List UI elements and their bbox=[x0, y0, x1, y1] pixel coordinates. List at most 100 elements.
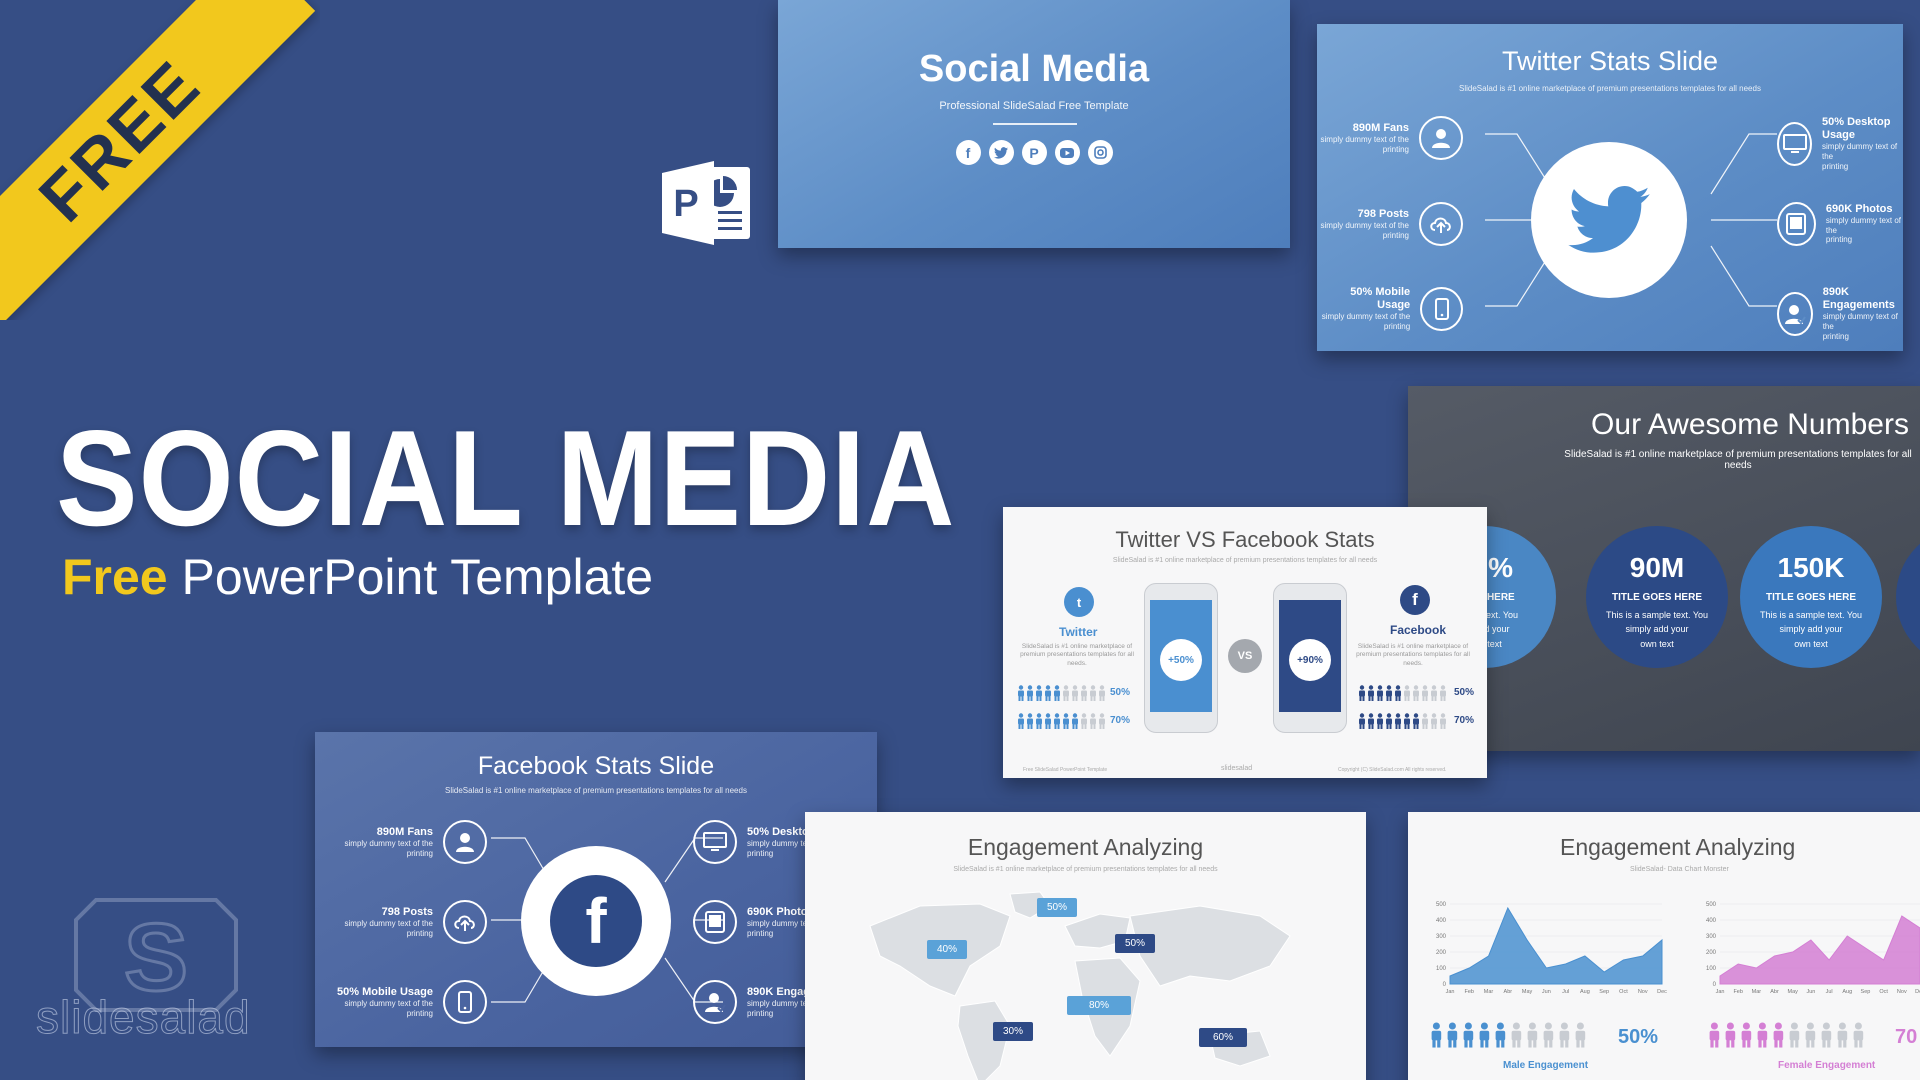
hero-subtitle: Free PowerPoint Template bbox=[62, 548, 653, 606]
stat-title: 690K Photos bbox=[1825, 203, 1893, 216]
y-tick-label: 0 bbox=[1713, 982, 1717, 988]
person-icon bbox=[1510, 1022, 1523, 1056]
stat-desc: simply dummy text of the bbox=[1822, 142, 1898, 161]
person-icon bbox=[1394, 713, 1402, 734]
stat-desc: printing bbox=[747, 928, 774, 938]
person-icon bbox=[1053, 685, 1061, 706]
number-value: 150K bbox=[1777, 552, 1845, 583]
x-tick-label: Jan bbox=[1716, 989, 1725, 995]
area-series bbox=[1449, 906, 1663, 985]
facebook-icon: f bbox=[550, 875, 642, 967]
stat-desc: printing bbox=[406, 1008, 433, 1018]
y-tick-label: 100 bbox=[1436, 966, 1447, 972]
x-tick-label: Oct bbox=[1619, 989, 1628, 995]
people-row bbox=[1358, 713, 1447, 734]
person-icon bbox=[1358, 713, 1366, 734]
footer-left: Free SlideSalad PowerPoint Template bbox=[1023, 767, 1108, 773]
tablet-icon bbox=[1777, 202, 1816, 246]
map-bubble: 50% bbox=[1115, 934, 1156, 953]
person-icon bbox=[1430, 685, 1438, 706]
stat-fans: 890M Fans simply dummy text of the printin… bbox=[1321, 116, 1463, 160]
people-row bbox=[1430, 1022, 1587, 1056]
twitter-phone: +50% bbox=[1144, 583, 1218, 733]
person-icon bbox=[1080, 685, 1088, 706]
twitter-icon bbox=[1568, 186, 1650, 253]
person-icon bbox=[1478, 1022, 1491, 1056]
slide-facebook-stats[interactable]: Facebook Stats Slide SlideSalad is #1 on… bbox=[315, 732, 877, 1047]
people-row bbox=[1017, 713, 1106, 734]
person-icon bbox=[1526, 1022, 1539, 1056]
slide-social-media[interactable]: Social Media Professional SlideSalad Fre… bbox=[778, 0, 1290, 248]
stat-title: 890M Fans bbox=[1352, 121, 1409, 134]
slide-twitter-stats[interactable]: Twitter Stats Slide SlideSalad is #1 onl… bbox=[1317, 24, 1903, 351]
y-tick-label: 200 bbox=[1436, 950, 1447, 956]
stat-title: 50% Mobile Usage bbox=[1350, 286, 1411, 312]
twitter-pct-1: 50% bbox=[1110, 687, 1131, 698]
slide-subtitle: SlideSalad is #1 online marketplace of p… bbox=[1564, 449, 1912, 471]
slide-engagement-map[interactable]: Engagement Analyzing SlideSalad is #1 on… bbox=[805, 812, 1366, 1080]
person-icon bbox=[1035, 685, 1043, 706]
male-pct: 50% bbox=[1618, 1026, 1659, 1048]
y-tick-label: 300 bbox=[1436, 934, 1447, 940]
person-icon bbox=[1542, 1022, 1555, 1056]
person-icon bbox=[1788, 1022, 1801, 1056]
slide-subtitle: Professional SlideSalad Free Template bbox=[939, 100, 1129, 112]
person-icon bbox=[1462, 1022, 1475, 1056]
person-icon bbox=[1026, 685, 1034, 706]
facebook-pct-1: 50% bbox=[1454, 687, 1475, 698]
twitter-icon: t bbox=[1064, 587, 1094, 617]
person-icon bbox=[1394, 685, 1402, 706]
person-icon bbox=[1098, 685, 1106, 706]
number-desc: This is a sample text. You simply add you… bbox=[1605, 610, 1709, 649]
facebook-logo-circle: f bbox=[521, 846, 671, 996]
stat-desc: simply dummy text of the bbox=[344, 999, 433, 1008]
stat-title: 690K Photos bbox=[747, 905, 814, 918]
x-tick-label: Abr bbox=[1770, 989, 1779, 995]
stat-desc: printing bbox=[1825, 235, 1853, 245]
hero-title: SOCIAL MEDIA bbox=[56, 402, 956, 554]
stat-desc: printing bbox=[406, 928, 433, 938]
person-icon bbox=[1062, 713, 1070, 734]
x-tick-label: Aug bbox=[1842, 989, 1852, 995]
map-bubble: 50% bbox=[1037, 898, 1078, 917]
x-tick-label: Feb bbox=[1465, 989, 1474, 995]
youtube-icon bbox=[1054, 140, 1080, 165]
x-tick-label: Jun bbox=[1542, 989, 1551, 995]
stat-desc: simply dummy text of the bbox=[1321, 312, 1411, 322]
stat-engagements: 890K Engagements simply dummy text of the… bbox=[1777, 286, 1903, 341]
number-circle-partial bbox=[1896, 526, 1920, 668]
y-tick-label: 400 bbox=[1706, 918, 1717, 924]
person-icon bbox=[1430, 713, 1438, 734]
twitter-icon bbox=[988, 140, 1014, 165]
people-row bbox=[1358, 685, 1447, 706]
map-bubble: 30% bbox=[993, 1022, 1034, 1041]
person-icon bbox=[1403, 713, 1411, 734]
x-tick-label: Oct bbox=[1879, 989, 1888, 995]
person-icon bbox=[1044, 713, 1052, 734]
person-icon bbox=[1080, 713, 1088, 734]
slide-subtitle: SlideSalad is #1 online marketplace of p… bbox=[953, 866, 1218, 873]
user-check-icon bbox=[1777, 291, 1813, 336]
stat-mobile-usage: 50% Mobile Usage simply dummy text of the… bbox=[1317, 286, 1463, 332]
person-icon bbox=[1708, 1022, 1721, 1056]
x-tick-label: Jul bbox=[1562, 989, 1569, 995]
person-icon bbox=[1367, 685, 1375, 706]
instagram-icon bbox=[1087, 140, 1113, 165]
y-tick-label: 100 bbox=[1706, 966, 1717, 972]
twitter-label: Twitter bbox=[1059, 625, 1098, 639]
user-icon bbox=[1419, 116, 1463, 160]
y-tick-label: 500 bbox=[1436, 902, 1447, 908]
slidesalad-wordmark: slidesalad bbox=[36, 991, 251, 1044]
person-icon bbox=[1071, 713, 1079, 734]
slide-twitter-vs-facebook[interactable]: Twitter VS Facebook Stats SlideSalad is … bbox=[1003, 507, 1487, 778]
person-icon bbox=[1740, 1022, 1753, 1056]
x-tick-label: Nov bbox=[1897, 989, 1907, 995]
stat-title: 890M Fans bbox=[376, 825, 433, 838]
slide-title: Engagement Analyzing bbox=[967, 834, 1204, 860]
slide-engagement-chart[interactable]: Engagement Analyzing SlideSalad- Data Ch… bbox=[1408, 812, 1920, 1080]
stat-fans: 890M Fans simply dummy text of the printin… bbox=[345, 820, 487, 864]
powerpoint-icon: P bbox=[662, 161, 750, 245]
map-bubble: 60% bbox=[1199, 1028, 1248, 1047]
person-icon bbox=[1430, 1022, 1443, 1056]
cloud-upload-icon bbox=[1419, 202, 1463, 246]
